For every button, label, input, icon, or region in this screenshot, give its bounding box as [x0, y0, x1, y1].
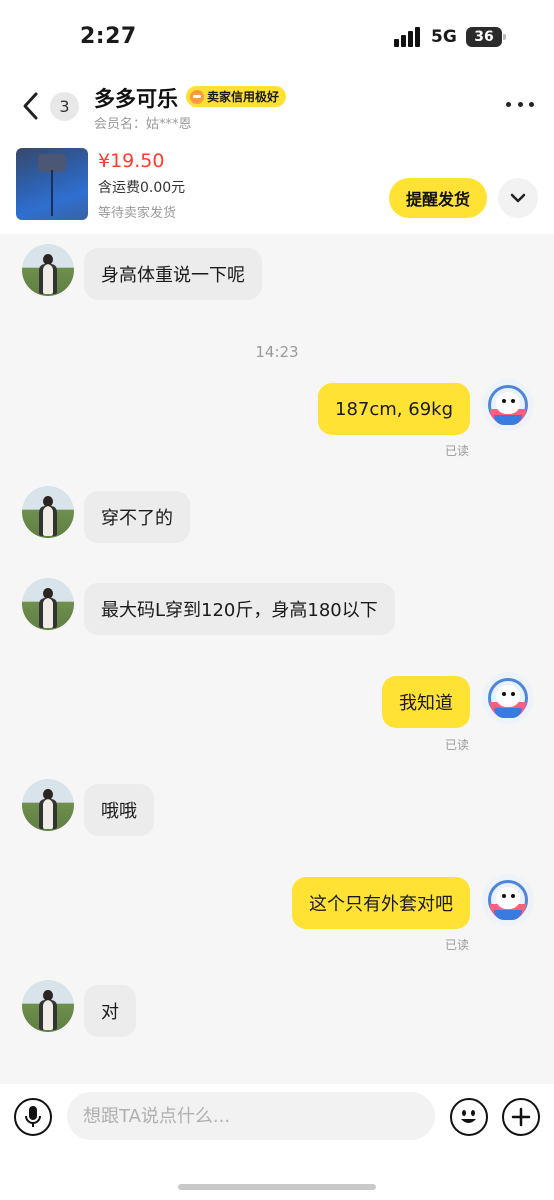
product-price: ¥19.50 — [98, 150, 165, 172]
message-bubble-seller[interactable]: 对 — [84, 985, 136, 1037]
message-bubble-me[interactable]: 这个只有外套对吧 — [292, 877, 470, 929]
emoji-button[interactable] — [450, 1098, 488, 1136]
message-timestamp: 14:23 — [255, 343, 299, 361]
battery-icon: 36 — [466, 27, 506, 47]
plus-icon — [511, 1107, 531, 1127]
seller-avatar[interactable] — [22, 578, 74, 630]
more-button[interactable] — [506, 102, 534, 110]
product-image[interactable] — [16, 148, 88, 220]
credit-icon — [190, 89, 204, 104]
more-actions-button[interactable] — [502, 1098, 540, 1136]
status-time: 2:27 — [80, 24, 137, 49]
microphone-icon — [25, 1106, 41, 1127]
chat-header: 3 多多可乐 卖家信用极好 会员名：姑***恩 — [0, 72, 554, 142]
chevron-left-icon — [23, 92, 38, 120]
battery-level: 36 — [474, 29, 494, 45]
message-bubble-me[interactable]: 我知道 — [382, 676, 470, 728]
network-type: 5G — [431, 27, 457, 47]
credit-badge[interactable]: 卖家信用极好 — [186, 86, 287, 107]
message-bubble-me[interactable]: 187cm, 69kg — [318, 383, 470, 435]
read-status: 已读 — [445, 938, 470, 952]
read-status: 已读 — [445, 738, 470, 752]
member-name: 会员名：姑***恩 — [94, 117, 192, 132]
credit-badge-label: 卖家信用极好 — [207, 90, 280, 104]
seller-avatar[interactable] — [22, 779, 74, 831]
message-input[interactable] — [67, 1092, 435, 1140]
my-avatar[interactable] — [482, 672, 534, 724]
product-card[interactable]: ¥19.50 含运费0.00元 等待卖家发货 提醒发货 — [0, 142, 554, 234]
remind-shipping-button[interactable]: 提醒发货 — [389, 178, 487, 218]
input-bar — [0, 1084, 554, 1200]
seller-avatar[interactable] — [22, 980, 74, 1032]
my-avatar[interactable] — [482, 874, 534, 926]
seller-avatar[interactable] — [22, 244, 74, 296]
seller-avatar[interactable] — [22, 486, 74, 538]
shipping-fee: 含运费0.00元 — [98, 180, 186, 196]
back-button[interactable] — [20, 90, 42, 122]
chat-messages[interactable]: 身高体重说一下呢 14:23 187cm, 69kg 已读 穿不了的 最大码L穿… — [0, 234, 554, 1084]
order-status: 等待卖家发货 — [98, 206, 177, 221]
my-avatar[interactable] — [482, 379, 534, 431]
unread-count-badge[interactable]: 3 — [50, 92, 79, 121]
message-bubble-seller[interactable]: 最大码L穿到120斤，身高180以下 — [84, 583, 395, 635]
message-bubble-seller[interactable]: 穿不了的 — [84, 491, 190, 543]
expand-button[interactable] — [498, 178, 538, 218]
more-dots-icon — [506, 102, 511, 107]
seller-name[interactable]: 多多可乐 — [94, 83, 178, 113]
emoji-smile-icon — [461, 1110, 476, 1123]
cellular-signal-icon — [394, 27, 422, 47]
message-bubble-seller[interactable]: 哦哦 — [84, 784, 154, 836]
voice-button[interactable] — [14, 1098, 52, 1136]
message-bubble-seller[interactable]: 身高体重说一下呢 — [84, 248, 262, 300]
home-indicator — [178, 1184, 376, 1190]
status-bar: 2:27 5G 36 — [0, 0, 554, 72]
read-status: 已读 — [445, 444, 470, 458]
chevron-down-icon — [510, 193, 526, 203]
